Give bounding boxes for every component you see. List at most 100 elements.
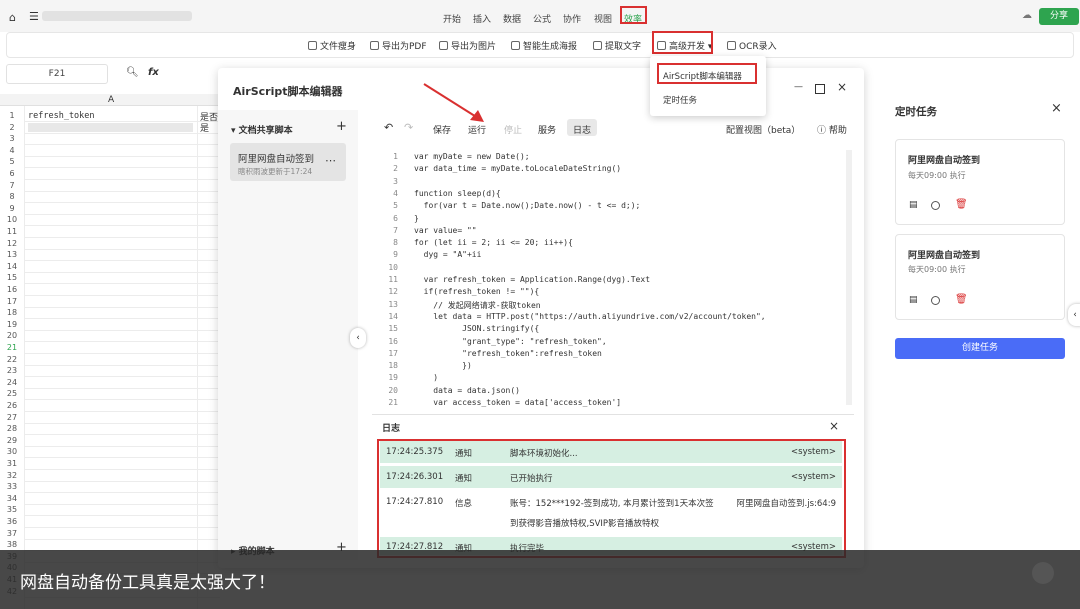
- expand-panel-button[interactable]: ‹: [1068, 304, 1080, 326]
- menu-data[interactable]: 数据: [503, 12, 521, 25]
- row-number[interactable]: 36: [0, 516, 24, 527]
- menu-view[interactable]: 视图: [594, 12, 612, 25]
- code-line[interactable]: // 发起网络请求-获取token: [414, 300, 540, 311]
- row-number[interactable]: 15: [0, 272, 24, 283]
- code-line[interactable]: var refresh_token = Application.Range(dy…: [414, 275, 650, 284]
- menu-insert[interactable]: 插入: [473, 12, 491, 25]
- create-task-button[interactable]: 创建任务: [895, 338, 1065, 359]
- row-number[interactable]: 38: [0, 539, 24, 550]
- clock-icon[interactable]: [931, 201, 940, 210]
- share-button[interactable]: 分享: [1039, 8, 1079, 25]
- more-icon[interactable]: ⋯: [325, 154, 336, 167]
- clock-icon[interactable]: [931, 296, 940, 305]
- code-line[interactable]: "grant_type": "refresh_token",: [414, 337, 607, 346]
- collapse-pane-button[interactable]: ‹: [350, 328, 366, 348]
- help-button[interactable]: ⓘ 帮助: [817, 123, 847, 136]
- row-number[interactable]: 12: [0, 238, 24, 249]
- cell-a1[interactable]: refresh_token: [28, 111, 95, 121]
- row-number[interactable]: 7: [0, 180, 24, 191]
- zoom-icon[interactable]: 🔍︎: [126, 67, 139, 78]
- undo-icon[interactable]: ↶: [384, 121, 393, 134]
- cell-name-box[interactable]: F21: [6, 64, 108, 84]
- close-icon[interactable]: ×: [837, 80, 847, 94]
- row-number[interactable]: 35: [0, 504, 24, 515]
- cell-b2[interactable]: 是: [200, 121, 209, 134]
- log-close-icon[interactable]: ×: [829, 419, 839, 433]
- menu-start[interactable]: 开始: [443, 12, 461, 25]
- code-line[interactable]: let data = HTTP.post("https://auth.aliyu…: [414, 312, 765, 321]
- row-number[interactable]: 11: [0, 226, 24, 237]
- task-card[interactable]: [895, 234, 1065, 320]
- code-line[interactable]: for(var t = Date.now();Date.now() - t <=…: [414, 201, 641, 210]
- edit-icon[interactable]: ▤: [909, 295, 918, 305]
- row-number[interactable]: 28: [0, 423, 24, 434]
- row-number[interactable]: 2: [0, 122, 24, 133]
- row-number[interactable]: 20: [0, 330, 24, 341]
- code-line[interactable]: "refresh_token":refresh_token: [414, 349, 602, 358]
- minimize-icon[interactable]: —: [794, 82, 803, 92]
- row-number[interactable]: 34: [0, 493, 24, 504]
- code-line[interactable]: dyg = "A"+ii: [414, 250, 482, 259]
- code-line[interactable]: var myDate = new Date();: [414, 152, 530, 161]
- tool-slim-file[interactable]: 文件瘦身: [308, 39, 356, 52]
- row-number[interactable]: 30: [0, 446, 24, 457]
- row-number[interactable]: 29: [0, 435, 24, 446]
- code-line[interactable]: var access_token = data['access_token']: [414, 398, 621, 407]
- row-number[interactable]: 6: [0, 168, 24, 179]
- code-line[interactable]: function sleep(d){: [414, 189, 501, 198]
- fx-label[interactable]: fx: [148, 67, 159, 78]
- row-number[interactable]: 1: [0, 110, 24, 121]
- editor-scrollbar[interactable]: [846, 150, 852, 405]
- code-line[interactable]: }: [414, 214, 419, 223]
- tool-extract-text[interactable]: 提取文字: [593, 39, 641, 52]
- row-number[interactable]: 3: [0, 133, 24, 144]
- service-button[interactable]: 服务: [538, 123, 556, 136]
- code-line[interactable]: for (let ii = 2; ii <= 20; ii++){: [414, 238, 573, 247]
- row-number[interactable]: 21: [0, 342, 24, 353]
- column-a-header[interactable]: A: [108, 95, 114, 105]
- row-number[interactable]: 33: [0, 481, 24, 492]
- log-button[interactable]: 日志: [573, 123, 591, 136]
- row-number[interactable]: 14: [0, 261, 24, 272]
- row-number[interactable]: 13: [0, 249, 24, 260]
- row-number[interactable]: 22: [0, 354, 24, 365]
- row-number[interactable]: 25: [0, 388, 24, 399]
- code-line[interactable]: }): [414, 361, 472, 370]
- menu-collab[interactable]: 协作: [563, 12, 581, 25]
- row-number[interactable]: 23: [0, 365, 24, 376]
- config-view-button[interactable]: 配置视图（beta）: [726, 123, 800, 136]
- code-line[interactable]: var value= "": [414, 226, 477, 235]
- task-card[interactable]: [895, 139, 1065, 225]
- delete-icon[interactable]: 🗑︎: [955, 199, 968, 210]
- row-number[interactable]: 5: [0, 156, 24, 167]
- menu-icon[interactable]: ☰: [29, 10, 39, 23]
- row-number[interactable]: 31: [0, 458, 24, 469]
- row-number[interactable]: 17: [0, 296, 24, 307]
- row-number[interactable]: 8: [0, 191, 24, 202]
- panel-close-icon[interactable]: ×: [1051, 101, 1062, 116]
- tool-export-image[interactable]: 导出为图片: [439, 39, 496, 52]
- row-number[interactable]: 9: [0, 203, 24, 214]
- shared-section-title[interactable]: ▾ 文档共享脚本: [231, 123, 293, 136]
- code-line[interactable]: ): [414, 373, 438, 382]
- code-line[interactable]: data = data.json(): [414, 386, 520, 395]
- home-icon[interactable]: ⌂: [9, 11, 16, 24]
- row-number[interactable]: 4: [0, 145, 24, 156]
- row-number[interactable]: 27: [0, 412, 24, 423]
- row-number[interactable]: 10: [0, 214, 24, 225]
- row-number[interactable]: 32: [0, 470, 24, 481]
- delete-icon[interactable]: 🗑︎: [955, 294, 968, 305]
- menu-formula[interactable]: 公式: [533, 12, 551, 25]
- row-number[interactable]: 18: [0, 307, 24, 318]
- row-number[interactable]: 19: [0, 319, 24, 330]
- tool-poster[interactable]: 智能生成海报: [511, 39, 577, 52]
- add-script-icon[interactable]: +: [336, 119, 347, 134]
- code-line[interactable]: if(refresh_token != ""){: [414, 287, 540, 296]
- row-number[interactable]: 16: [0, 284, 24, 295]
- row-number[interactable]: 26: [0, 400, 24, 411]
- row-number[interactable]: 24: [0, 377, 24, 388]
- edit-icon[interactable]: ▤: [909, 200, 918, 210]
- tool-ocr[interactable]: OCR录入: [727, 39, 777, 52]
- code-line[interactable]: JSON.stringify({: [414, 324, 539, 333]
- code-line[interactable]: var data_time = myDate.toLocaleDateStrin…: [414, 164, 621, 173]
